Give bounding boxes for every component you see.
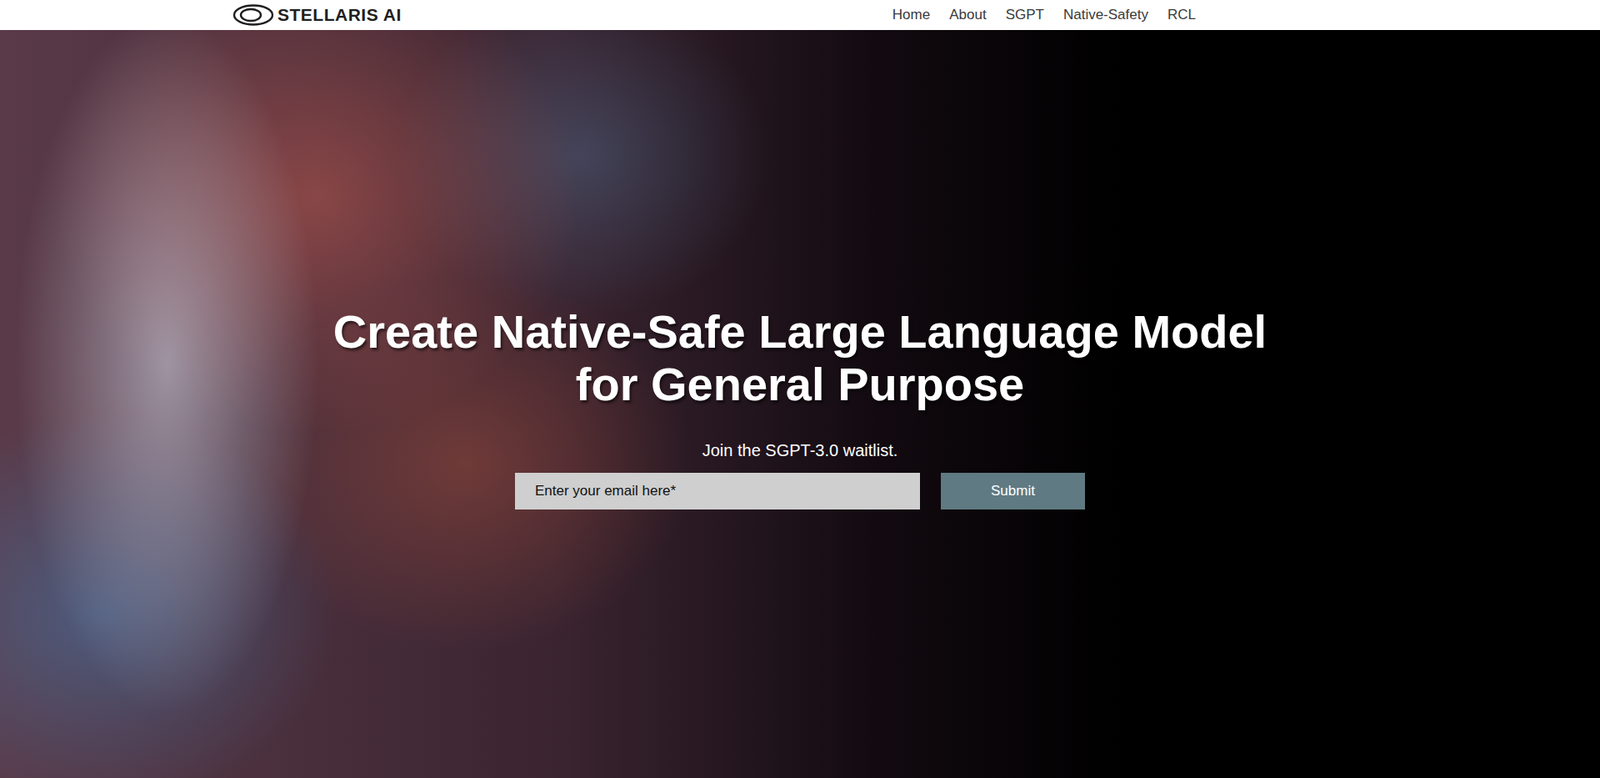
logo-text: STELLARIS AI	[277, 5, 402, 25]
nav-link[interactable]: SGPT	[1005, 6, 1045, 24]
waitlist-form: Submit	[515, 472, 1085, 510]
page: STELLARIS AI Home About SGPT Native-Safety RC…	[0, 0, 1600, 778]
hero-title-line: for General Purpose	[333, 357, 1267, 410]
logo-icon	[232, 3, 275, 27]
hero-title-line: Create Native-Safe Large Language Model	[333, 305, 1267, 358]
nav: Home About SGPT Native-Safety RCL	[892, 6, 1196, 24]
nav-link[interactable]: About	[949, 6, 986, 24]
hero: Create Native-Safe Large Language Modelf…	[0, 30, 1600, 778]
nav-link[interactable]: Home	[892, 6, 930, 24]
submit-button[interactable]: Submit	[940, 472, 1085, 510]
nav-link[interactable]: RCL	[1167, 6, 1196, 24]
logo[interactable]: STELLARIS AI	[232, 3, 402, 27]
hero-title: Create Native-Safe Large Language Modelf…	[333, 305, 1267, 410]
nav-link[interactable]: Native-Safety	[1063, 6, 1149, 24]
header: STELLARIS AI Home About SGPT Native-Safety RC…	[0, 0, 1600, 30]
email-input[interactable]	[515, 472, 920, 510]
hero-subtitle: Join the SGPT-3.0 waitlist.	[702, 439, 899, 461]
